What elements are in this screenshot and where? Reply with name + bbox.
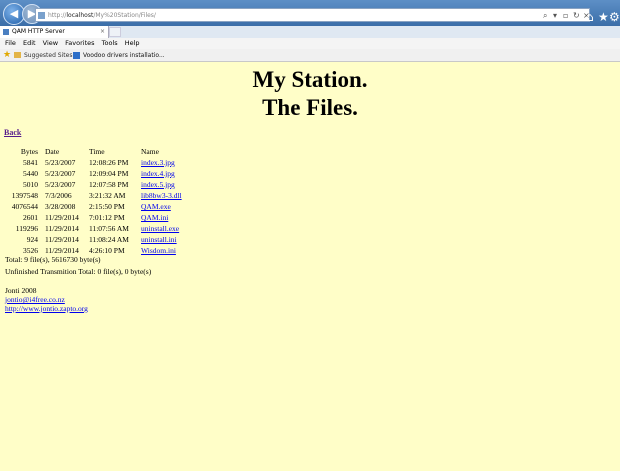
file-link[interactable]: QAM.ini	[141, 213, 168, 222]
table-row: 4076544 3/28/2008 2:15:50 PM QAM.exe	[4, 201, 182, 212]
unfinished-summary: Unfinished Transmition Total: 0 file(s),…	[5, 267, 152, 276]
tab-title: QAM HTTP Server	[12, 28, 65, 35]
file-date: 5/23/2007	[45, 180, 76, 189]
file-bytes: 5440	[23, 169, 38, 178]
header-name: Name	[141, 147, 159, 156]
file-link[interactable]: index.3.jpg	[141, 158, 175, 167]
page-title-line2: The Files.	[262, 95, 358, 120]
gear-icon[interactable]: ⚙	[609, 10, 620, 24]
table-row: 1397548 7/3/2006 3:21:32 AM lib8bw3-3.dll	[4, 190, 182, 201]
table-row: 5440 5/23/2007 12:09:04 PM index.4.jpg	[4, 168, 182, 179]
address-url[interactable]: http://localhost/My%20Station/Files/	[48, 9, 156, 23]
file-date: 3/28/2008	[45, 202, 76, 211]
search-icon[interactable]: ⌕	[543, 9, 547, 23]
browser-chrome: ◀ ▶ http://localhost/My%20Station/Files/…	[0, 0, 620, 62]
refresh-icon[interactable]: ↻	[573, 9, 580, 23]
favorites-bar: ★ Suggested Sites ▾ Voodoo drivers insta…	[0, 49, 620, 62]
file-time: 11:08:24 AM	[89, 235, 129, 244]
menu-tools[interactable]: Tools	[102, 39, 118, 47]
tab-active[interactable]: QAM HTTP Server ×	[0, 26, 109, 38]
file-bytes: 2601	[23, 213, 38, 222]
file-time: 2:15:50 PM	[89, 202, 125, 211]
file-link[interactable]: uninstall.ini	[141, 235, 177, 244]
menu-bar: File Edit View Favorites Tools Help	[0, 38, 620, 49]
site-favicon-icon	[3, 29, 9, 35]
total-summary: Total: 9 file(s), 5616730 byte(s)	[5, 255, 101, 264]
file-date: 5/23/2007	[45, 158, 76, 167]
file-bytes: 1397548	[11, 191, 38, 200]
file-bytes: 4076544	[11, 202, 38, 211]
file-link[interactable]: Wisdom.ini	[141, 246, 176, 255]
address-bar[interactable]: http://localhost/My%20Station/Files/ ⌕ ▾…	[35, 8, 590, 22]
new-tab-button[interactable]	[109, 27, 121, 37]
table-row: 2601 11/29/2014 7:01:12 PM QAM.ini	[4, 212, 182, 223]
table-row: 5841 5/23/2007 12:08:26 PM index.3.jpg	[4, 157, 182, 168]
close-tab-icon[interactable]: ×	[100, 26, 105, 38]
file-time: 11:07:56 AM	[89, 224, 129, 233]
table-row: 924 11/29/2014 11:08:24 AM uninstall.ini	[4, 234, 182, 245]
file-date: 11/29/2014	[45, 224, 79, 233]
header-bytes: Bytes	[20, 147, 38, 156]
menu-help[interactable]: Help	[125, 39, 140, 47]
file-link[interactable]: index.5.jpg	[141, 180, 175, 189]
file-time: 7:01:12 PM	[89, 213, 125, 222]
file-bytes: 924	[26, 235, 38, 244]
file-link[interactable]: QAM.exe	[141, 202, 171, 211]
file-date: 11/29/2014	[45, 235, 79, 244]
header-time: Time	[89, 147, 105, 156]
file-date: 11/29/2014	[45, 213, 79, 222]
file-date: 5/23/2007	[45, 169, 76, 178]
favorite-suggested-sites[interactable]: Suggested Sites ▾	[24, 49, 77, 62]
page-content: My Station. The Files. Back Bytes Date T…	[0, 62, 620, 471]
ie-page-icon	[73, 52, 80, 59]
file-link[interactable]: index.4.jpg	[141, 169, 175, 178]
footer-email-link[interactable]: jontio@i4free.co.nz	[5, 295, 65, 304]
file-time: 3:21:32 AM	[89, 191, 126, 200]
table-row: 119296 11/29/2014 11:07:56 AM uninstall.exe	[4, 223, 182, 234]
file-time: 12:09:04 PM	[89, 169, 129, 178]
home-icon[interactable]: ⌂	[586, 10, 594, 24]
favorites-star-icon[interactable]: ★	[598, 10, 609, 24]
menu-file[interactable]: File	[5, 39, 16, 47]
menu-favorites[interactable]: Favorites	[65, 39, 94, 47]
file-table: Bytes Date Time Name 5841 5/23/2007 12:08:…	[4, 146, 182, 256]
table-header-row: Bytes Date Time Name	[4, 146, 182, 157]
menu-view[interactable]: View	[43, 39, 58, 47]
file-bytes: 5841	[23, 158, 38, 167]
file-bytes: 119296	[15, 224, 38, 233]
back-link[interactable]: Back	[4, 128, 21, 137]
header-date: Date	[45, 147, 60, 156]
dropdown-icon[interactable]: ▾	[553, 9, 557, 23]
footer-website-link[interactable]: http://www.jontio.zapto.org	[5, 304, 88, 313]
tab-bar: QAM HTTP Server ×	[0, 26, 620, 38]
add-favorite-star-icon[interactable]: ★	[3, 49, 11, 62]
lock-icon: ▫	[563, 11, 569, 20]
page-title: My Station. The Files.	[0, 66, 620, 122]
table-row: 5010 5/23/2007 12:07:58 PM index.5.jpg	[4, 179, 182, 190]
file-link[interactable]: lib8bw3-3.dll	[141, 191, 182, 200]
file-time: 12:08:26 PM	[89, 158, 129, 167]
menu-edit[interactable]: Edit	[23, 39, 36, 47]
favorite-voodoo-drivers[interactable]: Voodoo drivers installatio...	[83, 49, 165, 62]
page-icon	[38, 12, 45, 19]
folder-icon	[14, 52, 21, 58]
file-time: 12:07:58 PM	[89, 180, 129, 189]
footer-author: Jonti 2008	[5, 286, 37, 295]
file-link[interactable]: uninstall.exe	[141, 224, 179, 233]
browser-titlebar: ◀ ▶ http://localhost/My%20Station/Files/…	[0, 0, 620, 26]
file-date: 7/3/2006	[45, 191, 72, 200]
page-title-line1: My Station.	[252, 67, 368, 92]
file-bytes: 5010	[23, 180, 38, 189]
